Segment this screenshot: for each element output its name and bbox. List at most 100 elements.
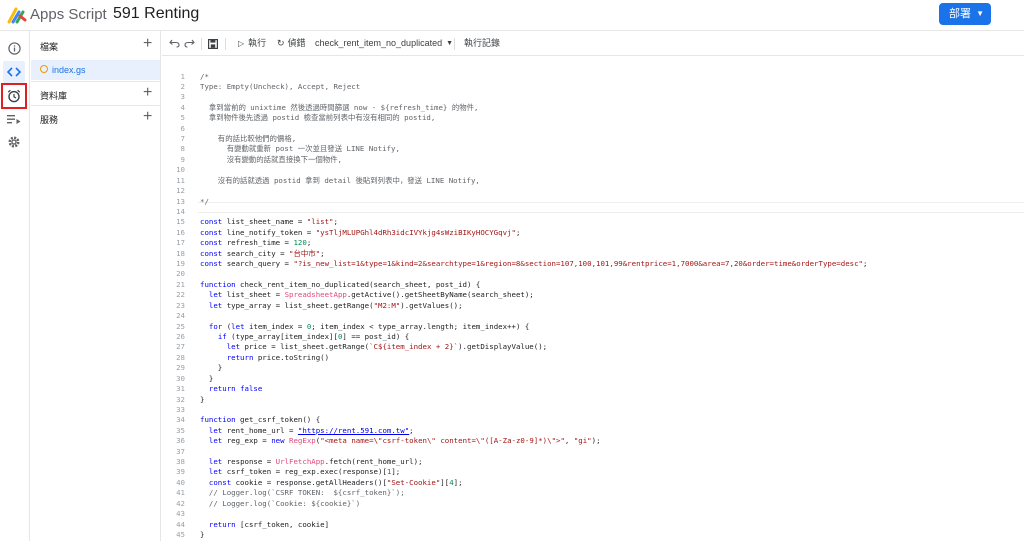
line-number: 23	[176, 300, 185, 310]
code-line[interactable]: 33	[162, 405, 1024, 415]
apps-script-logo	[7, 7, 27, 24]
code-line[interactable]: 38 let response = UrlFetchApp.fetch(rent…	[162, 457, 1024, 467]
code-line[interactable]: 24	[162, 311, 1024, 321]
code-line[interactable]: 11 沒有的話就透過 postid 拿到 detail 後貼到列表中，發送 LI…	[162, 176, 1024, 186]
function-select[interactable]: check_rent_item_no_duplicated ▼	[315, 31, 453, 56]
executions-list-icon[interactable]	[3, 108, 25, 130]
code-line[interactable]: 45}	[162, 530, 1024, 540]
undo-button[interactable]	[169, 31, 180, 56]
code-line[interactable]: 31 return false	[162, 384, 1024, 394]
code-line[interactable]: 28 return price.toString()	[162, 353, 1024, 363]
code-line[interactable]: 16 const line_notify_token = "ysTljMLUPGh…	[162, 228, 1024, 238]
line-number: 45	[176, 529, 185, 539]
code-line[interactable]: 2 Type: Empty(Uncheck), Accept, Reject	[162, 82, 1024, 92]
overview-info-icon[interactable]	[3, 37, 25, 59]
code-line[interactable]: 1 /*	[162, 72, 1024, 82]
code-line[interactable]: 3	[162, 92, 1024, 102]
editor-code-icon[interactable]	[3, 61, 25, 83]
code-line[interactable]: 4 拿到當前的 unixtime 然後透過時間篩選 now - ${refres…	[162, 103, 1024, 113]
code-line[interactable]: 7 有的話比較他們的價格,	[162, 134, 1024, 144]
code-text: const cookie = response.getAllHeaders()[…	[208, 477, 463, 487]
code-text: 拿到物件後先透過 postid 檢查當前列表中有沒有相同的 postid,	[200, 113, 436, 123]
code-line[interactable]: 37	[162, 447, 1024, 457]
code-line[interactable]: 23 let type_array = list_sheet.getRange(…	[162, 301, 1024, 311]
line-number: 42	[176, 498, 185, 508]
debug-arrow-icon: ↻	[277, 38, 285, 48]
line-number: 19	[176, 259, 185, 269]
settings-gear-icon[interactable]	[3, 131, 25, 153]
code-line[interactable]: 21 function check_rent_item_no_duplicated…	[162, 280, 1024, 290]
line-number: 12	[176, 186, 185, 196]
add-file-plus-icon[interactable]: +	[143, 35, 152, 53]
code-text: let list_sheet = SpreadsheetApp.getActiv…	[208, 290, 534, 300]
code-line[interactable]: 34 function get_csrf_token() {	[162, 415, 1024, 425]
line-number: 13	[176, 196, 185, 206]
code-text: Type: Empty(Uncheck), Accept, Reject	[200, 81, 361, 91]
code-line[interactable]: 10	[162, 165, 1024, 175]
code-line[interactable]: 5 拿到物件後先透過 postid 檢查當前列表中有沒有相同的 postid,	[162, 113, 1024, 123]
line-number: 22	[176, 290, 185, 300]
chevron-down-icon: ▼	[976, 9, 984, 18]
line-number: 7	[180, 134, 185, 144]
libraries-section-header: 資料庫 +	[31, 83, 160, 105]
code-line[interactable]: 26 if (type_array[item_index][0] == post…	[162, 332, 1024, 342]
code-line[interactable]: 18 const search_city = "台中市";	[162, 249, 1024, 259]
code-line[interactable]: 40 const cookie = response.getAllHeaders…	[162, 478, 1024, 488]
triggers-alarm-clock-icon[interactable]	[3, 85, 25, 107]
code-line[interactable]: 43	[162, 509, 1024, 519]
debug-button[interactable]: ↻ 偵錯	[277, 31, 306, 56]
code-editor[interactable]: 1 /* 2 Type: Empty(Uncheck), Accept, Reject…	[162, 57, 1024, 541]
deploy-button[interactable]: 部署 ▼	[939, 3, 991, 25]
code-text: return false	[208, 384, 263, 394]
run-label: 執行	[248, 38, 267, 48]
line-number: 20	[176, 269, 185, 279]
code-line[interactable]: 30 }	[162, 374, 1024, 384]
run-button[interactable]: ▷ 執行	[238, 31, 266, 56]
file-name: index.gs	[52, 65, 86, 75]
redo-button[interactable]	[184, 31, 195, 56]
add-library-plus-icon[interactable]: +	[143, 84, 152, 102]
code-line[interactable]: 15 const list_sheet_name = "list";	[162, 217, 1024, 227]
code-text: return [csrf_token, cookie]	[208, 519, 330, 529]
code-line[interactable]: 25 for (let item_index = 0; item_index <…	[162, 322, 1024, 332]
code-text: 拿到當前的 unixtime 然後透過時間篩選 now - ${refresh_…	[200, 102, 479, 112]
add-service-plus-icon[interactable]: +	[143, 108, 152, 126]
deploy-label: 部署	[949, 8, 971, 20]
line-number: 10	[176, 165, 185, 175]
file-item-index-gs[interactable]: index.gs	[31, 60, 160, 80]
toolbar-divider	[225, 38, 226, 50]
code-text: function get_csrf_token() {	[200, 415, 321, 425]
line-number: 39	[176, 467, 185, 477]
code-line[interactable]: 32}	[162, 395, 1024, 405]
code-line[interactable]: 22 let list_sheet = SpreadsheetApp.getAc…	[162, 290, 1024, 300]
project-title[interactable]: 591 Renting	[113, 5, 199, 23]
code-line[interactable]: 19 const search_query = "?is_new_list=1&t…	[162, 259, 1024, 269]
top-bar: Apps Script 591 Renting 部署 ▼	[0, 0, 1024, 31]
code-line[interactable]: 39 let csrf_token = reg_exp.exec(respons…	[162, 467, 1024, 477]
line-number: 38	[176, 457, 185, 467]
code-line[interactable]: 12	[162, 186, 1024, 196]
code-line[interactable]: 20	[162, 269, 1024, 279]
code-line[interactable]: 29 }	[162, 363, 1024, 373]
code-line[interactable]: 14	[162, 207, 1024, 217]
code-line[interactable]: 9 沒有變動的話就直接換下一個物件,	[162, 155, 1024, 165]
code-line[interactable]: 6	[162, 124, 1024, 134]
code-text: return price.toString()	[226, 352, 330, 362]
line-number: 36	[176, 436, 185, 446]
code-text: if (type_array[item_index][0] == post_id…	[217, 332, 410, 341]
code-line[interactable]: 42 // Logger.log(`Cookie: ${cookie}`)	[162, 499, 1024, 509]
code-line[interactable]: 44 return [csrf_token, cookie]	[162, 520, 1024, 530]
code-line[interactable]: 13 */	[162, 197, 1024, 207]
code-line[interactable]: 8 有變動就重新 post 一次並且發送 LINE Notify,	[162, 144, 1024, 154]
code-line[interactable]: 27 let price = list_sheet.getRange(`C${i…	[162, 342, 1024, 352]
execution-log-button[interactable]: 執行記錄	[464, 31, 500, 56]
code-line[interactable]: 36 let reg_exp = new RegExp("<meta name=…	[162, 436, 1024, 446]
line-number: 21	[176, 279, 185, 289]
code-text: let reg_exp = new RegExp("<meta name=\"c…	[208, 436, 601, 446]
code-line[interactable]: 17 const refresh_time = 120;	[162, 238, 1024, 248]
save-button[interactable]	[208, 31, 218, 56]
app-name: Apps Script	[30, 6, 107, 23]
code-line[interactable]: 35 let rent_home_url = "https://rent.591…	[162, 426, 1024, 436]
code-line[interactable]: 41 // Logger.log(`CSRF TOKEN: ${csrf_tok…	[162, 488, 1024, 498]
code-text: for (let item_index = 0; item_index < ty…	[208, 321, 530, 331]
